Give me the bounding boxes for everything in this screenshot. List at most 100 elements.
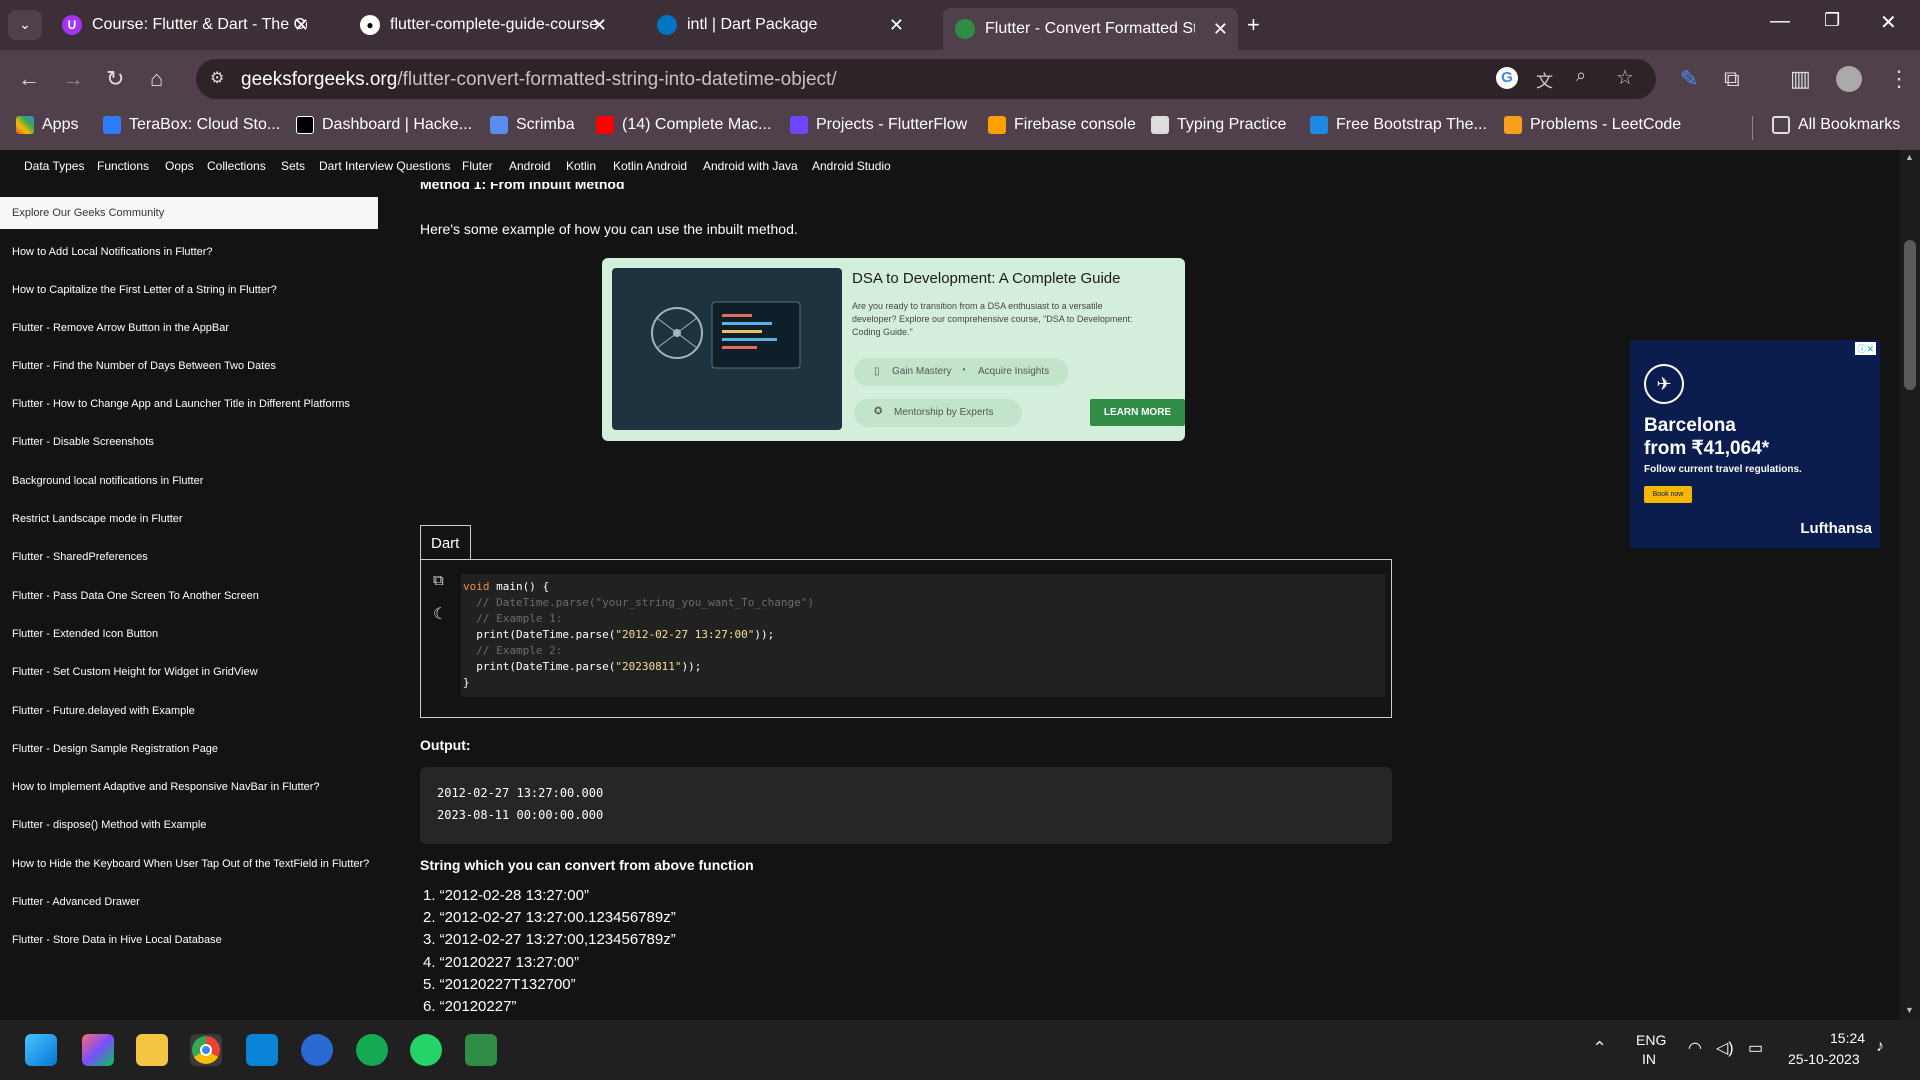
adchoices-icon[interactable]: ⓘ✕	[1855, 342, 1876, 355]
theme-toggle-icon[interactable]: ☾	[433, 604, 447, 624]
nav-oops[interactable]: Oops	[165, 159, 194, 173]
tab-dart[interactable]: intl | Dart Package ✕	[645, 7, 914, 43]
forward-icon[interactable]: →	[62, 66, 84, 92]
pen-extension-icon[interactable]: ✎	[1680, 66, 1698, 92]
window-close-button[interactable]: ✕	[1880, 10, 1897, 35]
app-icon[interactable]	[465, 1034, 497, 1066]
url-text[interactable]: geeksforgeeks.org/flutter-convert-format…	[241, 69, 837, 91]
sidebar-item[interactable]: How to Implement Adaptive and Responsive…	[12, 781, 320, 793]
sidebar-item[interactable]: Flutter - Design Sample Registration Pag…	[12, 743, 218, 755]
whatsapp-icon[interactable]	[410, 1034, 442, 1066]
restore-button[interactable]: ❐	[1824, 10, 1840, 31]
sidebar-item[interactable]: How to Capitalize the First Letter of a …	[12, 284, 277, 296]
reload-icon[interactable]: ↻	[106, 66, 124, 92]
nav-collections[interactable]: Collections	[207, 159, 266, 173]
address-bar[interactable]: ⚙ geeksforgeeks.org/flutter-convert-form…	[196, 59, 1656, 99]
scroll-down-icon[interactable]: ▼	[1905, 1005, 1914, 1015]
bookmark-youtube[interactable]: (14) Complete Mac...	[596, 116, 771, 134]
sidebar-item[interactable]: How to Add Local Notifications in Flutte…	[12, 246, 213, 258]
android-studio-icon[interactable]	[301, 1034, 333, 1066]
sidebar-item[interactable]: Flutter - SharedPreferences	[12, 551, 148, 563]
sidebar-item[interactable]: Background local notifications in Flutte…	[12, 475, 203, 487]
scrollbar[interactable]: ▲ ▼	[1900, 150, 1920, 1020]
windows-start-icon[interactable]	[25, 1034, 57, 1066]
lufthansa-ad[interactable]: ⓘ✕ ✈ Barcelona from ₹41,064* Follow curr…	[1630, 340, 1880, 548]
copy-icon[interactable]: ⧉	[433, 572, 444, 589]
tab-udemy[interactable]: U Course: Flutter & Dart - The Co ✕	[50, 7, 319, 43]
tab-github[interactable]: ● flutter-complete-guide-course ✕	[348, 7, 617, 43]
notification-bell-icon[interactable]: ♪	[1876, 1038, 1884, 1056]
nav-kotlin[interactable]: Kotlin	[566, 159, 596, 173]
extensions-icon[interactable]: ⧉	[1724, 66, 1740, 92]
sidepanel-icon[interactable]: ▥	[1790, 66, 1811, 92]
scroll-up-icon[interactable]: ▲	[1905, 152, 1914, 162]
book-now-button[interactable]: Book now	[1644, 486, 1692, 503]
learn-more-button[interactable]: LEARN MORE	[1090, 399, 1185, 426]
sidebar-item[interactable]: Flutter - Remove Arrow Button in the App…	[12, 322, 229, 334]
sidebar-item[interactable]: Flutter - Advanced Drawer	[12, 896, 140, 908]
file-explorer-icon[interactable]	[136, 1034, 168, 1066]
tab-search-button[interactable]: ⌄	[8, 10, 42, 40]
bookmark-scrimba[interactable]: Scrimba	[490, 116, 575, 134]
back-icon[interactable]: ←	[18, 66, 40, 92]
chevron-up-icon[interactable]: ⌃	[1592, 1038, 1607, 1059]
profile-avatar[interactable]	[1836, 66, 1862, 92]
battery-icon[interactable]: ▭	[1748, 1038, 1763, 1058]
clock-date[interactable]: 25-10-2023	[1788, 1051, 1860, 1067]
bookmark-firebase[interactable]: Firebase console	[988, 116, 1136, 134]
nav-dart-interview[interactable]: Dart Interview Questions	[319, 159, 450, 173]
bookmark-leetcode[interactable]: Problems - LeetCode	[1504, 116, 1681, 134]
chrome-taskbar-item[interactable]	[190, 1034, 222, 1066]
tab-gfg[interactable]: Flutter - Convert Formatted St ✕	[943, 8, 1238, 50]
sidebar-item[interactable]: Restrict Landscape mode in Flutter	[12, 513, 183, 525]
close-icon[interactable]: ✕	[1213, 19, 1228, 40]
translate-icon[interactable]: 文	[1536, 67, 1553, 92]
sidebar-item[interactable]: Flutter - Disable Screenshots	[12, 436, 154, 448]
tab-dart-code[interactable]: Dart	[420, 525, 471, 560]
bookmark-bootstrap[interactable]: Free Bootstrap The...	[1310, 116, 1487, 134]
mongodb-icon[interactable]	[356, 1034, 388, 1066]
site-info-icon[interactable]: ⚙	[210, 68, 224, 88]
course-ad[interactable]: DSA to Development: A Complete Guide Are…	[602, 258, 1185, 441]
bookmark-hackerrank[interactable]: Dashboard | Hacke...	[296, 116, 472, 134]
copilot-icon[interactable]	[82, 1034, 114, 1066]
explore-community-link[interactable]: Explore Our Geeks Community	[0, 197, 378, 229]
home-icon[interactable]: ⌂	[150, 66, 163, 92]
close-icon[interactable]: ✕	[889, 15, 904, 36]
nav-sets[interactable]: Sets	[281, 159, 305, 173]
nav-kotlin-android[interactable]: Kotlin Android	[613, 159, 687, 173]
sidebar-item[interactable]: Flutter - Find the Number of Days Betwee…	[12, 360, 276, 372]
volume-icon[interactable]: ◁)	[1716, 1038, 1734, 1058]
nav-functions[interactable]: Functions	[97, 159, 149, 173]
clock-time[interactable]: 15:24	[1830, 1030, 1865, 1046]
nav-android-studio[interactable]: Android Studio	[812, 159, 891, 173]
zoom-icon[interactable]: ⌕	[1576, 65, 1586, 86]
all-bookmarks[interactable]: All Bookmarks	[1772, 116, 1900, 134]
region-indicator[interactable]: IN	[1642, 1051, 1656, 1067]
sidebar-item[interactable]: How to Hide the Keyboard When User Tap O…	[12, 858, 369, 870]
sidebar-item[interactable]: Flutter - Set Custom Height for Widget i…	[12, 666, 258, 678]
bookmark-apps[interactable]: Apps	[16, 116, 78, 134]
sidebar-item[interactable]: Flutter - Store Data in Hive Local Datab…	[12, 934, 222, 946]
new-tab-button[interactable]: +	[1247, 12, 1260, 38]
minimize-button[interactable]: —	[1770, 10, 1790, 33]
scroll-thumb[interactable]	[1904, 240, 1916, 390]
sidebar-item[interactable]: Flutter - dispose() Method with Example	[12, 819, 206, 831]
nav-data-types[interactable]: Data Types	[24, 159, 84, 173]
menu-icon[interactable]: ⋮	[1888, 66, 1910, 92]
vscode-icon[interactable]	[246, 1034, 278, 1066]
close-icon[interactable]: ✕	[294, 15, 309, 36]
wifi-icon[interactable]: ◠	[1688, 1038, 1702, 1058]
bookmark-flutterflow[interactable]: Projects - FlutterFlow	[790, 116, 967, 134]
sidebar-item[interactable]: Flutter - Extended Icon Button	[12, 628, 158, 640]
code-area[interactable]: void main() { // DateTime.parse("your_st…	[461, 574, 1385, 697]
bookmark-typing[interactable]: Typing Practice	[1151, 116, 1286, 134]
google-icon[interactable]: G	[1496, 67, 1518, 89]
bookmark-star-icon[interactable]: ☆	[1616, 65, 1634, 90]
close-icon[interactable]: ✕	[592, 15, 607, 36]
bookmark-terabox[interactable]: TeraBox: Cloud Sto...	[103, 116, 280, 134]
sidebar-item[interactable]: Flutter - Pass Data One Screen To Anothe…	[12, 590, 259, 602]
sidebar-item[interactable]: Flutter - How to Change App and Launcher…	[12, 398, 350, 410]
nav-fluter[interactable]: Fluter	[462, 159, 493, 173]
nav-android-java[interactable]: Android with Java	[703, 159, 798, 173]
